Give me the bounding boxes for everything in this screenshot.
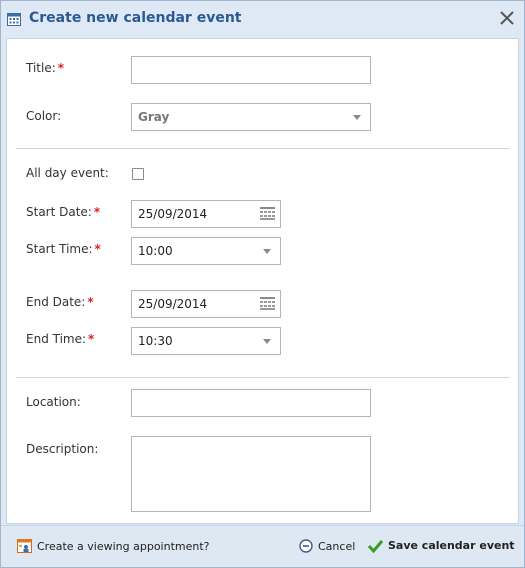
title-label-text: Title: <box>26 61 56 75</box>
end-date-input[interactable]: 25/09/2014 <box>131 290 281 318</box>
create-viewing-link[interactable]: Create a viewing appointment? <box>37 540 210 553</box>
title-label: Title: * <box>26 61 64 75</box>
divider <box>16 377 510 378</box>
start-date-value: 25/09/2014 <box>138 207 208 221</box>
all-day-checkbox[interactable] <box>132 168 144 180</box>
start-time-label: Start Time: * <box>26 242 101 256</box>
required-mark: * <box>94 242 101 256</box>
start-date-input[interactable]: 25/09/2014 <box>131 200 281 228</box>
create-event-dialog: Create new calendar event Title: * Color:… <box>0 0 525 568</box>
calendar-person-icon[interactable] <box>17 538 33 554</box>
start-time-select[interactable]: 10:00 <box>131 237 281 265</box>
checkmark-icon[interactable] <box>368 539 383 553</box>
end-date-label-text: End Date: <box>26 295 86 309</box>
required-mark: * <box>88 332 95 346</box>
description-textarea[interactable] <box>131 436 371 512</box>
chevron-down-icon <box>353 115 361 120</box>
dialog-title: Create new calendar event <box>29 10 242 26</box>
start-time-label-text: Start Time: <box>26 242 93 256</box>
color-select[interactable]: Gray <box>131 103 371 131</box>
all-day-label: All day event: <box>26 166 109 180</box>
location-label: Location: <box>26 395 81 409</box>
chevron-down-icon <box>263 249 271 254</box>
end-time-select[interactable]: 10:30 <box>131 327 281 355</box>
required-mark: * <box>87 295 94 309</box>
calendar-icon <box>7 13 21 26</box>
start-time-value: 10:00 <box>138 244 173 258</box>
end-time-value: 10:30 <box>138 334 173 348</box>
required-mark: * <box>57 61 65 75</box>
required-mark: * <box>93 205 101 219</box>
end-date-label: End Date: * <box>26 295 94 309</box>
color-label: Color: <box>26 109 62 123</box>
title-input[interactable] <box>131 56 371 84</box>
color-select-value: Gray <box>138 110 170 124</box>
end-date-value: 25/09/2014 <box>138 297 208 311</box>
dialog-titlebar: Create new calendar event <box>1 1 524 37</box>
calendar-picker-icon[interactable] <box>260 297 275 310</box>
cancel-icon[interactable] <box>299 539 313 553</box>
dialog-body: Title: * Color: Gray All day event: Start… <box>6 38 519 524</box>
close-icon[interactable] <box>499 9 515 27</box>
dialog-footer: Create a viewing appointment? Cancel Sav… <box>1 525 524 567</box>
end-time-label-text: End Time: <box>26 332 87 346</box>
save-calendar-event-button[interactable]: Save calendar event <box>388 539 515 552</box>
calendar-picker-icon[interactable] <box>260 207 275 220</box>
start-date-label-text: Start Date: <box>26 205 92 219</box>
location-input[interactable] <box>131 389 371 417</box>
end-time-label: End Time: * <box>26 332 94 346</box>
start-date-label: Start Date: * <box>26 205 100 219</box>
divider <box>16 148 510 149</box>
cancel-button[interactable]: Cancel <box>318 540 355 553</box>
description-label: Description: <box>26 442 99 456</box>
chevron-down-icon <box>263 339 271 344</box>
